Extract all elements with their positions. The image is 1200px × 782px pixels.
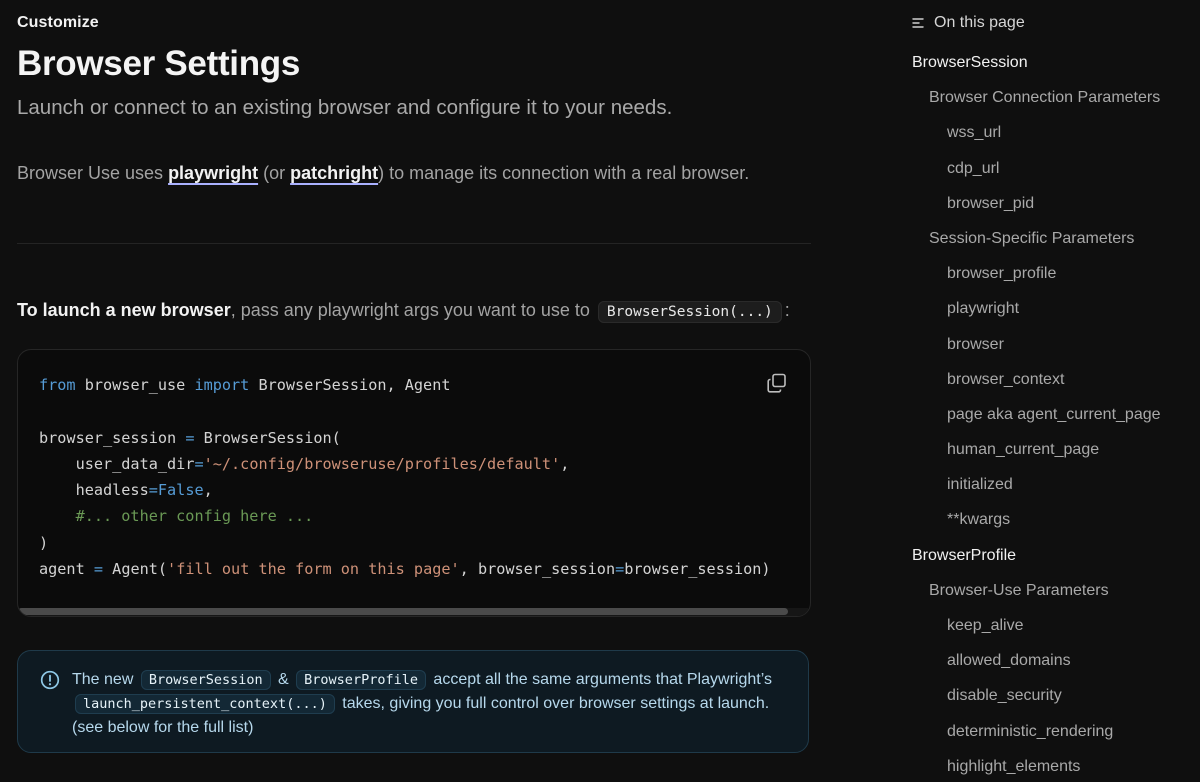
- code-content: from browser_use import BrowserSession, …: [39, 372, 771, 582]
- code-token: ): [39, 533, 49, 552]
- toc-item-session-specific-parameters[interactable]: Session-Specific Parameters: [912, 221, 1161, 256]
- toc-item-disable-security[interactable]: disable_security: [912, 678, 1161, 713]
- code-token: user_data_dir: [39, 454, 195, 473]
- page-description: Launch or connect to an existing browser…: [17, 96, 673, 119]
- toc-item-allowed-domains[interactable]: allowed_domains: [912, 643, 1161, 678]
- code-token: from: [39, 376, 76, 394]
- toc-item-page-aka-agent-current-page[interactable]: page aka agent_current_page: [912, 397, 1161, 432]
- callout-segment: accept all the same arguments that Playw…: [428, 671, 772, 688]
- code-token: agent: [39, 560, 94, 579]
- code-token: '~/.config/browseruse/profiles/default': [203, 454, 561, 473]
- launch-end: :: [784, 300, 790, 320]
- patchright-link[interactable]: patchright: [290, 163, 378, 183]
- section-eyebrow: Customize: [17, 14, 99, 31]
- code-token: =: [194, 454, 204, 473]
- docs-page: Customize Browser Settings Launch or con…: [0, 0, 1200, 782]
- browsersession-code: BrowserSession: [140, 670, 271, 690]
- page-title: Browser Settings: [17, 44, 301, 83]
- code-token: ,: [203, 481, 213, 500]
- code-token: browser_use: [75, 376, 195, 394]
- scrollbar-thumb[interactable]: [18, 608, 788, 615]
- copy-icon: [767, 373, 786, 393]
- intro-suffix: ) to manage its connection with a real b…: [378, 163, 750, 183]
- info-callout: The new BrowserSession & BrowserProfile …: [17, 650, 809, 753]
- code-token: headless: [39, 481, 149, 500]
- code-horizontal-scrollbar[interactable]: [18, 608, 808, 616]
- toc-list: BrowserSession Browser Connection Paramet…: [912, 45, 1161, 782]
- callout-segment: The new: [72, 671, 138, 688]
- browserprofile-code: BrowserProfile: [296, 670, 426, 690]
- browsersession-inline-code: BrowserSession(...): [597, 301, 782, 323]
- code-token: browser_session): [624, 560, 771, 579]
- launch-persistent-context-code: launch_persistent_context(...): [75, 694, 335, 714]
- callout-segment: &: [273, 671, 294, 688]
- toc-item-browser-context[interactable]: browser_context: [912, 362, 1161, 397]
- info-icon: [40, 670, 60, 690]
- toc-title: On this page: [934, 14, 1025, 31]
- toc-item-browser-use-parameters[interactable]: Browser-Use Parameters: [912, 573, 1161, 608]
- toc-item-kwargs[interactable]: **kwargs: [912, 502, 1161, 537]
- code-token: False: [157, 481, 204, 500]
- launch-paragraph: To launch a new browser, pass any playwr…: [17, 300, 790, 323]
- playwright-link[interactable]: playwright: [168, 163, 258, 183]
- code-token: , browser_session: [459, 560, 616, 579]
- code-token: =: [93, 560, 104, 579]
- toc-item-browser-pid[interactable]: browser_pid: [912, 186, 1161, 221]
- toc-item-browser-connection-parameters[interactable]: Browser Connection Parameters: [912, 80, 1161, 115]
- code-token: 'fill out the form on this page': [167, 560, 460, 579]
- callout-text: The new BrowserSession & BrowserProfile …: [72, 668, 792, 739]
- toc-item-initialized[interactable]: initialized: [912, 467, 1161, 502]
- code-comment: #... other config here ...: [39, 507, 314, 526]
- launch-bold: To launch a new browser: [17, 300, 231, 320]
- toc-item-browser-profile[interactable]: browser_profile: [912, 256, 1161, 291]
- toc-item-browser[interactable]: browser: [912, 327, 1161, 362]
- launch-text: , pass any playwright args you want to u…: [230, 300, 595, 320]
- intro-prefix: Browser Use uses: [17, 163, 169, 183]
- code-token: =: [615, 560, 625, 579]
- toc-item-keep-alive[interactable]: keep_alive: [912, 608, 1161, 643]
- toc-item-browserprofile[interactable]: BrowserProfile: [912, 538, 1161, 573]
- copy-code-button[interactable]: [766, 372, 788, 394]
- toc-item-cdp-url[interactable]: cdp_url: [912, 151, 1161, 186]
- code-token: browser_session: [39, 428, 186, 447]
- code-block: from browser_use import BrowserSession, …: [17, 349, 811, 617]
- intro-middle: (or: [258, 163, 291, 183]
- code-token: =: [148, 481, 158, 500]
- intro-paragraph: Browser Use uses playwright (or patchrig…: [17, 163, 749, 184]
- divider: [17, 243, 811, 244]
- toc-item-browsersession[interactable]: BrowserSession: [912, 45, 1161, 80]
- toc-item-human-current-page[interactable]: human_current_page: [912, 432, 1161, 467]
- toc-item-deterministic-rendering[interactable]: deterministic_rendering: [912, 714, 1161, 749]
- toc-item-playwright[interactable]: playwright: [912, 291, 1161, 326]
- list-icon: [912, 18, 924, 28]
- toc-item-highlight-elements[interactable]: highlight_elements: [912, 749, 1161, 782]
- code-token: ,: [560, 454, 570, 473]
- code-token: import: [194, 376, 250, 394]
- toc-header: On this page: [912, 14, 1025, 32]
- code-token: BrowserSession, Agent: [249, 376, 451, 394]
- code-token: Agent(: [103, 560, 168, 579]
- code-token: BrowserSession(: [194, 428, 341, 447]
- toc-item-wss-url[interactable]: wss_url: [912, 115, 1161, 150]
